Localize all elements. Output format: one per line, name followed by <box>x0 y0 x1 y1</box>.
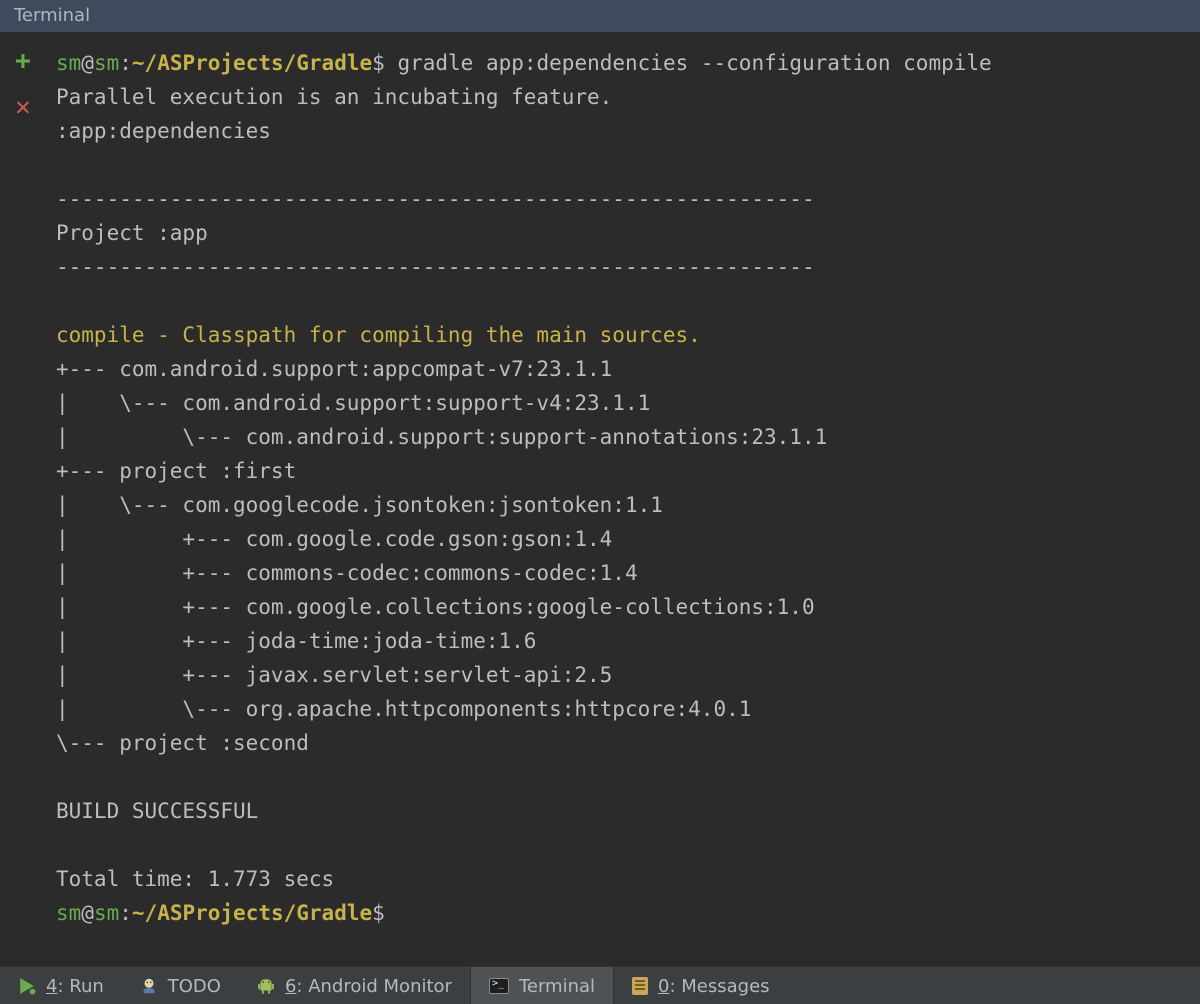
android-icon <box>257 977 275 995</box>
tab-run[interactable]: 4: Run <box>0 967 122 1004</box>
tree-line: +--- project :first <box>56 459 296 483</box>
prompt-dollar: $ <box>372 51 385 75</box>
tree-line: | \--- com.android.support:support-annot… <box>56 425 827 449</box>
prompt2-dollar: $ <box>372 901 385 925</box>
tab-terminal-label: Terminal <box>519 976 595 997</box>
out-parallel: Parallel execution is an incubating feat… <box>56 85 612 109</box>
out-build: BUILD SUCCESSFUL <box>56 799 258 823</box>
terminal-output[interactable]: sm@sm:~/ASProjects/Gradle$ gradle app:de… <box>46 32 1200 966</box>
out-hr1: ----------------------------------------… <box>56 187 815 211</box>
prompt-colon: : <box>119 51 132 75</box>
prompt-at: @ <box>81 51 94 75</box>
add-session-icon[interactable]: + <box>12 50 34 72</box>
terminal-icon <box>489 978 509 994</box>
tab-todo-label: TODO <box>168 976 221 997</box>
tab-messages[interactable]: 0: Messages <box>614 967 788 1004</box>
run-icon <box>18 977 36 995</box>
tree-line: \--- project :second <box>56 731 309 755</box>
prompt2-colon: : <box>119 901 132 925</box>
tree-line: | \--- com.android.support:support-v4:23… <box>56 391 650 415</box>
prompt2-at: @ <box>81 901 94 925</box>
panel-title-bar: Terminal <box>0 0 1200 32</box>
out-project: Project :app <box>56 221 208 245</box>
tree-line: | \--- org.apache.httpcomponents:httpcor… <box>56 697 751 721</box>
prompt2-host: sm <box>94 901 119 925</box>
terminal-panel: + ✕ sm@sm:~/ASProjects/Gradle$ gradle ap… <box>0 32 1200 966</box>
tree-line: | +--- joda-time:joda-time:1.6 <box>56 629 536 653</box>
prompt-user: sm <box>56 51 81 75</box>
tree-line: +--- com.android.support:appcompat-v7:23… <box>56 357 612 381</box>
tree-line: | \--- com.googlecode.jsontoken:jsontoke… <box>56 493 663 517</box>
out-task: :app:dependencies <box>56 119 271 143</box>
tree-line: | +--- com.google.collections:google-col… <box>56 595 815 619</box>
out-time: Total time: 1.773 secs <box>56 867 334 891</box>
prompt-host: sm <box>94 51 119 75</box>
prompt2-user: sm <box>56 901 81 925</box>
tab-monitor-label: 6: Android Monitor <box>285 976 452 997</box>
prompt-path: ~/ASProjects/Gradle <box>132 51 372 75</box>
tab-messages-label: 0: Messages <box>658 976 770 997</box>
tab-run-label: 4: Run <box>46 976 104 997</box>
tab-todo[interactable]: TODO <box>122 967 239 1004</box>
tab-android-monitor[interactable]: 6: Android Monitor <box>239 967 470 1004</box>
command-text: gradle app:dependencies --configuration … <box>397 51 991 75</box>
tab-terminal[interactable]: Terminal <box>470 967 614 1004</box>
todo-icon <box>140 977 158 995</box>
prompt2-path: ~/ASProjects/Gradle <box>132 901 372 925</box>
tree-line: | +--- javax.servlet:servlet-api:2.5 <box>56 663 612 687</box>
tree-line: | +--- com.google.code.gson:gson:1.4 <box>56 527 612 551</box>
panel-title: Terminal <box>14 5 90 26</box>
close-session-icon[interactable]: ✕ <box>12 96 34 118</box>
out-hr2: ----------------------------------------… <box>56 255 815 279</box>
tree-line: | +--- commons-codec:commons-codec:1.4 <box>56 561 638 585</box>
terminal-gutter: + ✕ <box>0 32 46 966</box>
out-compile: compile - Classpath for compiling the ma… <box>56 323 701 347</box>
messages-icon <box>632 977 648 995</box>
bottom-tab-bar: 4: Run TODO 6: Android Monitor Terminal … <box>0 966 1200 1004</box>
